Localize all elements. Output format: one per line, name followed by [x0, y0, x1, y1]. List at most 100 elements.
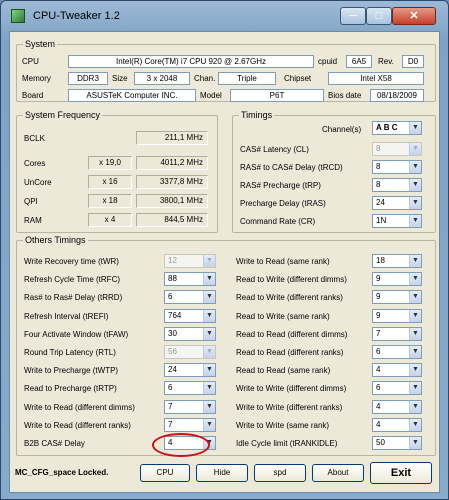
chevron-down-icon: ▼ [409, 437, 421, 449]
system-frequency-legend: System Frequency [23, 110, 103, 120]
round-trip-latency-rtl-label: Round Trip Latency (RTL) [24, 348, 116, 357]
cores-multiplier: x 19,0 [88, 156, 132, 170]
select-value: 24 [376, 198, 385, 207]
status-text: MC_CFG_space Locked. [15, 468, 109, 477]
read-to-read-same-rank-select[interactable]: 4 ▼ [372, 363, 422, 378]
four-activate-window-tfaw-select[interactable]: 30 ▼ [164, 326, 216, 341]
select-value: 24 [168, 365, 177, 375]
cpu-name-field: Intel(R) Core(TM) i7 CPU 920 @ 2.67GHz [68, 55, 314, 68]
channel-label: Chan. [194, 74, 216, 83]
close-button[interactable]: ✕ [392, 7, 436, 25]
chevron-down-icon: ▼ [203, 291, 215, 304]
timings-legend: Timings [239, 110, 275, 120]
refresh-interval-trefi-select[interactable]: 764 ▼ [164, 308, 216, 323]
board-label: Board [22, 91, 44, 100]
command-rate-cr-select[interactable]: 1N ▼ [372, 214, 422, 228]
chevron-down-icon: ▼ [409, 273, 421, 286]
chevron-down-icon: ▼ [409, 309, 421, 322]
write-recovery-time-twr-select: 12 ▼ [164, 254, 216, 268]
qpi-multiplier: x 18 [88, 194, 132, 208]
write-recovery-time-twr-label: Write Recovery time (tWR) [24, 257, 119, 266]
memory-type-field: DDR3 [68, 72, 108, 85]
cpu-label: CPU [22, 57, 39, 66]
read-to-write-same-rank-select[interactable]: 9 ▼ [372, 308, 422, 323]
refresh-cycle-time-trfc-label: Refresh Cycle Time (tRFC) [24, 275, 121, 285]
chevron-down-icon: ▼ [409, 143, 421, 155]
select-value: 88 [168, 274, 177, 284]
title-bar[interactable]: CPU-Tweaker 1.2 ─ □ ✕ [1, 1, 448, 31]
write-to-read-different-dimms-label: Write to Read (different dimms) [24, 402, 135, 412]
ras-to-ras-delay-trrd-label: Ras# to Ras# Delay (tRRD) [24, 293, 123, 303]
write-to-precharge-twtp-select[interactable]: 24 ▼ [164, 363, 216, 378]
read-to-write-different-ranks-select[interactable]: 9 ▼ [372, 290, 422, 305]
ram-multiplier: x 4 [88, 213, 132, 227]
ras-precharge-trp-select[interactable]: 8 ▼ [372, 178, 422, 192]
ras-to-ras-delay-trrd-select[interactable]: 6 ▼ [164, 290, 216, 305]
cpu-button[interactable]: CPU [140, 464, 190, 482]
ras-to-cas-delay-trcd-select[interactable]: 8 ▼ [372, 160, 422, 174]
select-value: 1N [376, 216, 387, 225]
hide-button[interactable]: Hide [196, 464, 248, 482]
refresh-cycle-time-trfc-select[interactable]: 88 ▼ [164, 272, 216, 287]
select-value: 9 [376, 292, 381, 302]
rev-label: Rev. [378, 57, 394, 66]
size-label: Size [112, 74, 128, 83]
read-to-read-different-ranks-select[interactable]: 6 ▼ [372, 345, 422, 359]
channel-select-value: A B C [376, 123, 398, 132]
chevron-down-icon: ▼ [409, 327, 421, 340]
bios-date-label: Bios date [328, 91, 362, 100]
write-to-write-same-rank-select[interactable]: 4 ▼ [372, 417, 422, 432]
write-to-read-different-ranks-select[interactable]: 7 ▼ [164, 417, 216, 432]
write-to-read-same-rank-label: Write to Read (same rank) [236, 257, 330, 266]
read-to-read-different-dimms-select[interactable]: 7 ▼ [372, 326, 422, 341]
cpuid-label: cpuid [318, 57, 338, 66]
chevron-down-icon: ▼ [409, 291, 421, 304]
app-window: CPU-Tweaker 1.2 ─ □ ✕ System CPU Intel(R… [0, 0, 449, 500]
write-to-precharge-twtp-label: Write to Precharge (tWTP) [24, 366, 119, 376]
write-to-write-different-ranks-select[interactable]: 4 ▼ [372, 399, 422, 414]
idle-cycle-limit-trankidle-select[interactable]: 50 ▼ [372, 436, 422, 450]
read-to-write-different-dimms-select[interactable]: 9 ▼ [372, 272, 422, 287]
select-value: 764 [168, 310, 182, 320]
chevron-down-icon: ▼ [203, 364, 215, 377]
select-value: 9 [376, 310, 381, 320]
memory-label: Memory [22, 74, 51, 83]
select-value: 4 [376, 365, 381, 375]
chevron-down-icon: ▼ [203, 273, 215, 286]
model-label: Model [200, 91, 222, 100]
write-to-read-different-dimms-select[interactable]: 7 ▼ [164, 399, 216, 414]
precharge-delay-tras-label: Precharge Delay (tRAS) [240, 199, 326, 208]
maximize-button[interactable]: □ [366, 7, 392, 25]
select-value: 12 [168, 256, 177, 265]
four-activate-window-tfaw-label: Four Activate Window (tFAW) [24, 329, 129, 339]
read-to-read-different-dimms-label: Read to Read (different dimms) [236, 329, 348, 339]
round-trip-latency-rtl-select: 56 ▼ [164, 345, 216, 359]
chevron-down-icon: ▼ [409, 382, 421, 395]
ras-to-cas-delay-trcd-label: RAS# to CAS# Delay (tRCD) [240, 163, 343, 172]
write-to-read-same-rank-select[interactable]: 18 ▼ [372, 254, 422, 268]
spd-button[interactable]: spd [254, 464, 306, 482]
exit-button[interactable]: Exit [370, 462, 432, 484]
uncore-frequency: 3377,8 MHz [136, 175, 208, 189]
bclk-value: 211,1 MHz [136, 131, 208, 145]
chevron-down-icon: ▼ [203, 327, 215, 340]
precharge-delay-tras-select[interactable]: 24 ▼ [372, 196, 422, 210]
cas-latency-cl-select: 8 ▼ [372, 142, 422, 156]
select-value: 9 [376, 274, 381, 284]
chevron-down-icon: ▼ [409, 179, 421, 191]
read-to-precharge-trtp-select[interactable]: 6 ▼ [164, 381, 216, 396]
write-to-write-different-ranks-label: Write to Write (different ranks) [236, 402, 343, 412]
channel-select[interactable]: A B C ▼ [372, 121, 422, 135]
chevron-down-icon: ▼ [203, 309, 215, 322]
app-icon [11, 9, 25, 23]
cpuid-field: 6A5 [346, 55, 372, 68]
read-to-write-different-dimms-label: Read to Write (different dimms) [236, 275, 347, 285]
write-to-write-same-rank-label: Write to Write (same rank) [236, 420, 330, 430]
write-to-write-different-dimms-label: Write to Write (different dimms) [236, 384, 347, 394]
chevron-down-icon: ▼ [409, 364, 421, 377]
select-value: 8 [376, 180, 381, 189]
minimize-button[interactable]: ─ [340, 7, 366, 25]
select-value: 30 [168, 328, 177, 338]
about-button[interactable]: About [312, 464, 364, 482]
write-to-write-different-dimms-select[interactable]: 6 ▼ [372, 381, 422, 396]
